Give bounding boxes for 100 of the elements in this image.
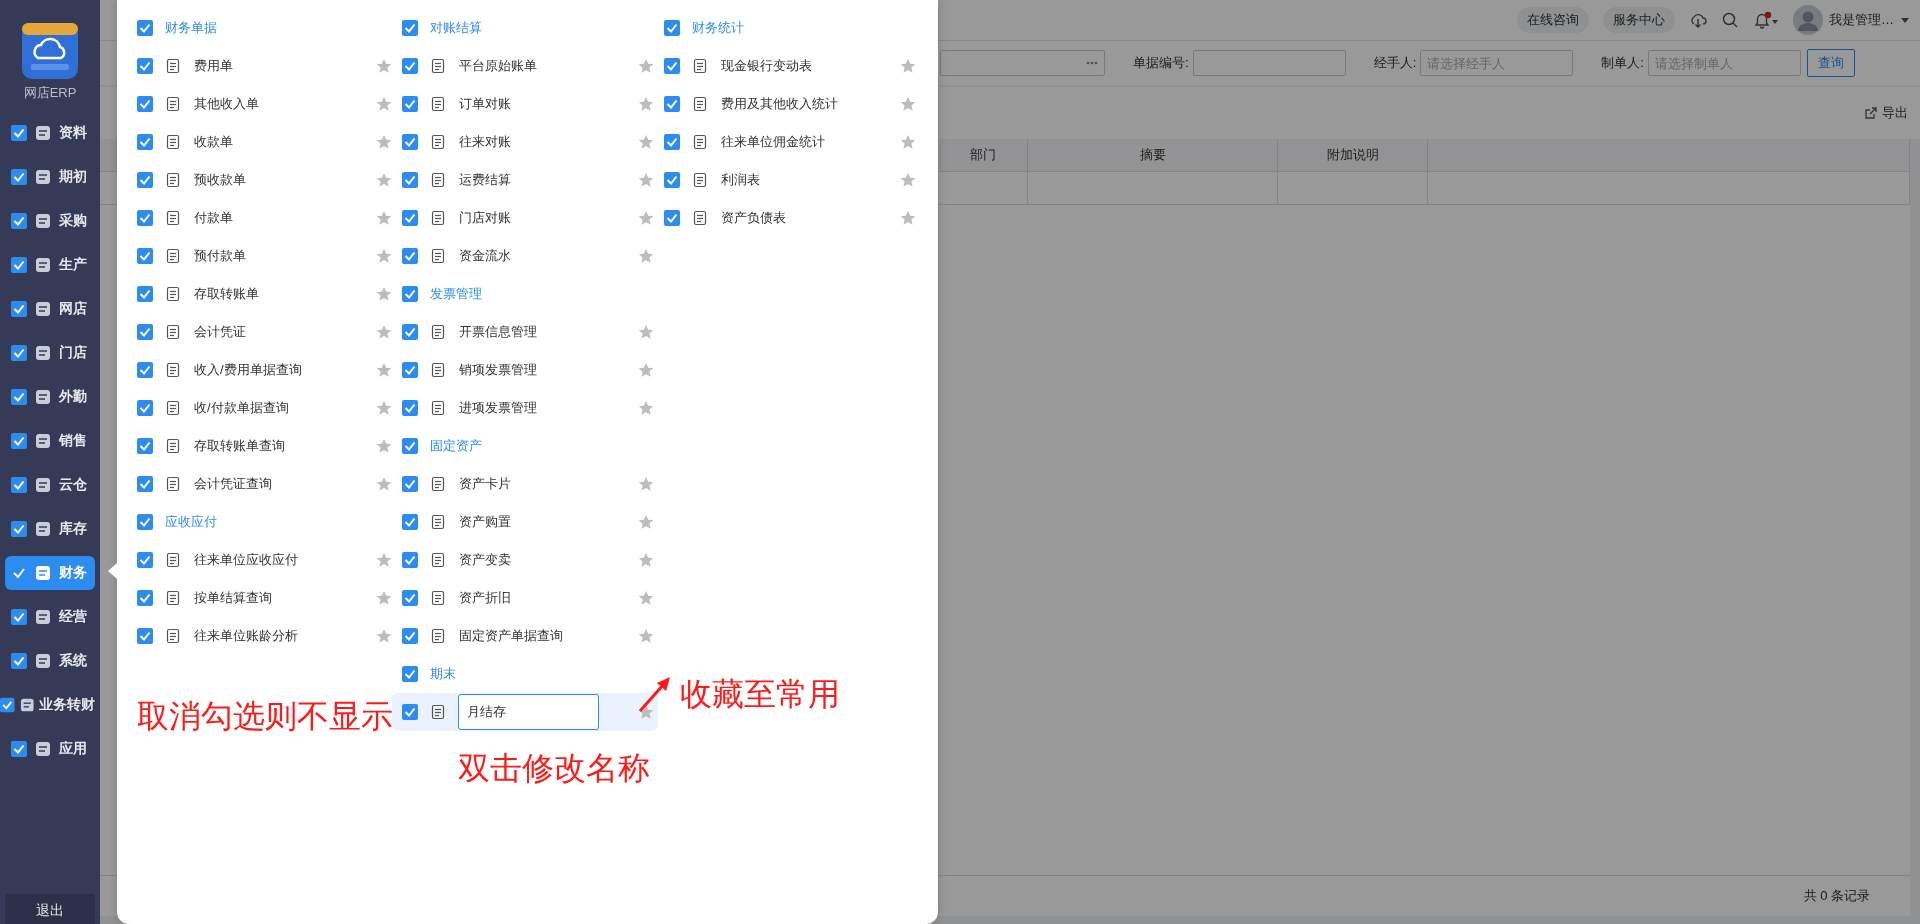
menu-item[interactable]: 运费结算 (459, 171, 626, 189)
star-icon[interactable] (638, 96, 654, 112)
star-icon[interactable] (376, 58, 392, 74)
sidebar-item[interactable]: 网店 (5, 292, 95, 326)
star-icon[interactable] (376, 96, 392, 112)
menu-item[interactable]: 往来单位账龄分析 (194, 627, 364, 645)
menu-item[interactable]: 付款单 (194, 209, 364, 227)
menu-item[interactable]: 预付款单 (194, 247, 364, 265)
sidebar-item[interactable]: 销售 (5, 424, 95, 458)
menu-item[interactable]: 存取转账单查询 (194, 437, 364, 455)
menu-item[interactable]: 其他收入单 (194, 95, 364, 113)
star-icon[interactable] (638, 704, 654, 720)
checkbox[interactable] (402, 248, 418, 264)
star-icon[interactable] (376, 400, 392, 416)
sidebar-item[interactable]: 门店 (5, 336, 95, 370)
menu-item[interactable]: 销项发票管理 (459, 361, 626, 379)
star-icon[interactable] (638, 476, 654, 492)
checkbox[interactable] (402, 58, 418, 74)
checkbox[interactable] (11, 521, 27, 537)
star-icon[interactable] (376, 362, 392, 378)
checkbox[interactable] (402, 362, 418, 378)
star-icon[interactable] (900, 134, 916, 150)
menu-item[interactable]: 资产购置 (459, 513, 626, 531)
menu-item[interactable]: 按单结算查询 (194, 589, 364, 607)
checkbox[interactable] (402, 438, 418, 454)
checkbox[interactable] (137, 134, 153, 150)
checkbox[interactable] (11, 653, 27, 669)
sidebar-item[interactable]: 采购 (5, 204, 95, 238)
checkbox[interactable] (137, 286, 153, 302)
menu-item[interactable]: 费用及其他收入统计 (721, 95, 888, 113)
checkbox[interactable] (137, 58, 153, 74)
checkbox[interactable] (402, 400, 418, 416)
checkbox[interactable] (137, 172, 153, 188)
sidebar-item[interactable]: 期初 (5, 160, 95, 194)
menu-item[interactable]: 开票信息管理 (459, 323, 626, 341)
checkbox[interactable] (11, 389, 27, 405)
menu-item[interactable]: 进项发票管理 (459, 399, 626, 417)
menu-item[interactable]: 费用单 (194, 57, 364, 75)
menu-item[interactable]: 往来对账 (459, 133, 626, 151)
menu-item[interactable]: 资产变卖 (459, 551, 626, 569)
checkbox[interactable] (402, 210, 418, 226)
checkbox[interactable] (402, 20, 418, 36)
star-icon[interactable] (638, 628, 654, 644)
checkbox[interactable] (137, 324, 153, 340)
checkbox[interactable] (11, 741, 27, 757)
checkbox[interactable] (11, 433, 27, 449)
menu-item[interactable]: 资金流水 (459, 247, 626, 265)
star-icon[interactable] (638, 210, 654, 226)
menu-item[interactable]: 资产负债表 (721, 209, 888, 227)
star-icon[interactable] (900, 96, 916, 112)
star-icon[interactable] (376, 324, 392, 340)
menu-item[interactable]: 月结存 (392, 693, 658, 731)
star-icon[interactable] (638, 514, 654, 530)
menu-item[interactable]: 往来单位佣金统计 (721, 133, 888, 151)
star-icon[interactable] (900, 210, 916, 226)
star-icon[interactable] (638, 400, 654, 416)
star-icon[interactable] (376, 286, 392, 302)
menu-item[interactable]: 会计凭证 (194, 323, 364, 341)
checkbox[interactable] (664, 20, 680, 36)
checkbox[interactable] (402, 666, 418, 682)
star-icon[interactable] (376, 172, 392, 188)
checkbox[interactable] (137, 400, 153, 416)
sidebar-item[interactable]: 库存 (5, 512, 95, 546)
menu-item[interactable]: 往来单位应收应付 (194, 551, 364, 569)
checkbox[interactable] (137, 248, 153, 264)
star-icon[interactable] (638, 248, 654, 264)
menu-item[interactable]: 资产折旧 (459, 589, 626, 607)
checkbox[interactable] (137, 438, 153, 454)
checkbox[interactable] (137, 628, 153, 644)
checkbox[interactable] (137, 96, 153, 112)
sidebar-item[interactable]: 应用 (5, 732, 95, 766)
checkbox[interactable] (664, 172, 680, 188)
menu-item[interactable]: 存取转账单 (194, 285, 364, 303)
sidebar-item[interactable]: 资料 (5, 116, 95, 150)
star-icon[interactable] (638, 172, 654, 188)
checkbox[interactable] (402, 476, 418, 492)
menu-item[interactable]: 固定资产单据查询 (459, 627, 626, 645)
star-icon[interactable] (638, 58, 654, 74)
checkbox[interactable] (11, 477, 27, 493)
checkbox[interactable] (11, 609, 27, 625)
checkbox[interactable] (11, 213, 27, 229)
sidebar-item[interactable]: 外勤 (5, 380, 95, 414)
sidebar-item[interactable]: 业务转财 (0, 688, 95, 722)
checkbox[interactable] (137, 552, 153, 568)
star-icon[interactable] (376, 628, 392, 644)
star-icon[interactable] (376, 248, 392, 264)
checkbox[interactable] (11, 125, 27, 141)
menu-item[interactable]: 收/付款单据查询 (194, 399, 364, 417)
checkbox[interactable] (402, 514, 418, 530)
user-name[interactable]: 我是管理… (1829, 11, 1894, 29)
checkbox[interactable] (402, 134, 418, 150)
star-icon[interactable] (376, 552, 392, 568)
header-link[interactable]: 服务中心 (1603, 7, 1675, 33)
export-link[interactable]: 导出 (1864, 104, 1908, 122)
star-icon[interactable] (376, 134, 392, 150)
checkbox[interactable] (402, 96, 418, 112)
star-icon[interactable] (638, 324, 654, 340)
star-icon[interactable] (376, 590, 392, 606)
input-field[interactable] (1192, 50, 1346, 76)
checkbox[interactable] (402, 590, 418, 606)
